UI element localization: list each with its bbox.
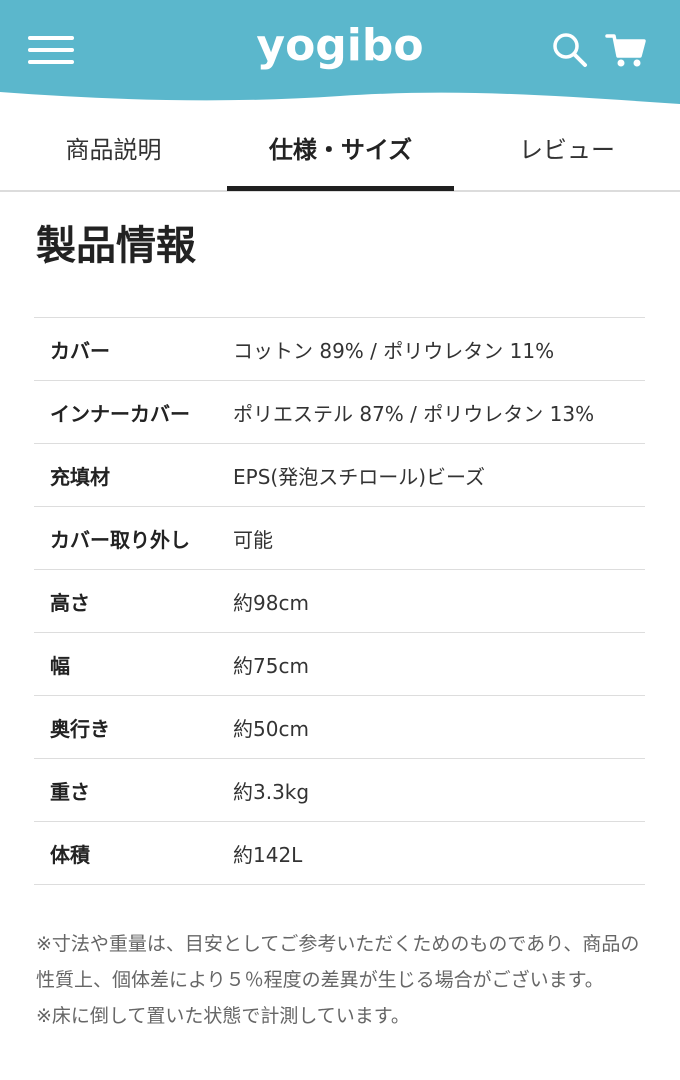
table-row: 充填材 EPS(発泡スチロール)ビーズ: [34, 443, 645, 507]
spec-value: EPS(発泡スチロール)ビーズ: [233, 464, 485, 489]
table-row: カバー コットン 89% / ポリウレタン 11%: [34, 317, 645, 381]
spec-value: 約50cm: [233, 716, 309, 741]
note-measurement-disclaimer: ※寸法や重量は、目安としてご参考いただくためのものであり、商品の性質上、個体差に…: [36, 933, 640, 991]
table-row: 奥行き 約50cm: [34, 695, 645, 759]
product-tabs: 商品説明 仕様・サイズ レビュー: [0, 110, 680, 192]
table-row: 高さ 約98cm: [34, 569, 645, 633]
cart-icon: [605, 34, 646, 67]
table-row: 重さ 約3.3kg: [34, 758, 645, 822]
spec-label: 幅: [50, 653, 70, 678]
notes: ※寸法や重量は、目安としてご参考いただくためのものであり、商品の性質上、個体差に…: [36, 926, 646, 1034]
spec-value: 約75cm: [233, 653, 309, 678]
spec-value: 可能: [233, 527, 273, 552]
spec-label: 高さ: [50, 590, 90, 615]
search-icon: [553, 33, 587, 67]
spec-label: インナーカバー: [50, 401, 190, 426]
spec-table: カバー コットン 89% / ポリウレタン 11% インナーカバー ポリエステル…: [34, 317, 645, 885]
note-measurement-method: ※床に倒して置いた状態で計測しています。: [36, 1005, 410, 1027]
table-row: 幅 約75cm: [34, 632, 645, 696]
table-row: 体積 約142L: [34, 821, 645, 885]
spec-value: 約142L: [233, 842, 303, 867]
spec-label: 奥行き: [50, 716, 110, 741]
spec-value: 約98cm: [233, 590, 309, 615]
table-row: カバー取り外し 可能: [34, 506, 645, 570]
spec-label: 体積: [50, 842, 90, 867]
spec-value: 約3.3kg: [233, 779, 310, 804]
tab-specs-size[interactable]: 仕様・サイズ: [227, 110, 454, 190]
cart-button[interactable]: [604, 30, 648, 70]
spec-label: 重さ: [50, 779, 90, 804]
section-title: 製品情報: [36, 223, 196, 269]
site-header: yogibo: [0, 0, 680, 110]
spec-label: カバー: [50, 338, 110, 363]
spec-value: ポリエステル 87% / ポリウレタン 13%: [233, 401, 595, 426]
spec-value: コットン 89% / ポリウレタン 11%: [233, 338, 555, 363]
table-row: インナーカバー ポリエステル 87% / ポリウレタン 13%: [34, 380, 645, 444]
tab-product-description[interactable]: 商品説明: [0, 110, 227, 190]
search-button[interactable]: [550, 30, 590, 70]
spec-label: 充填材: [50, 464, 110, 489]
spec-label: カバー取り外し: [50, 527, 190, 552]
tab-reviews[interactable]: レビュー: [454, 110, 680, 190]
active-tab-indicator: [227, 186, 454, 191]
